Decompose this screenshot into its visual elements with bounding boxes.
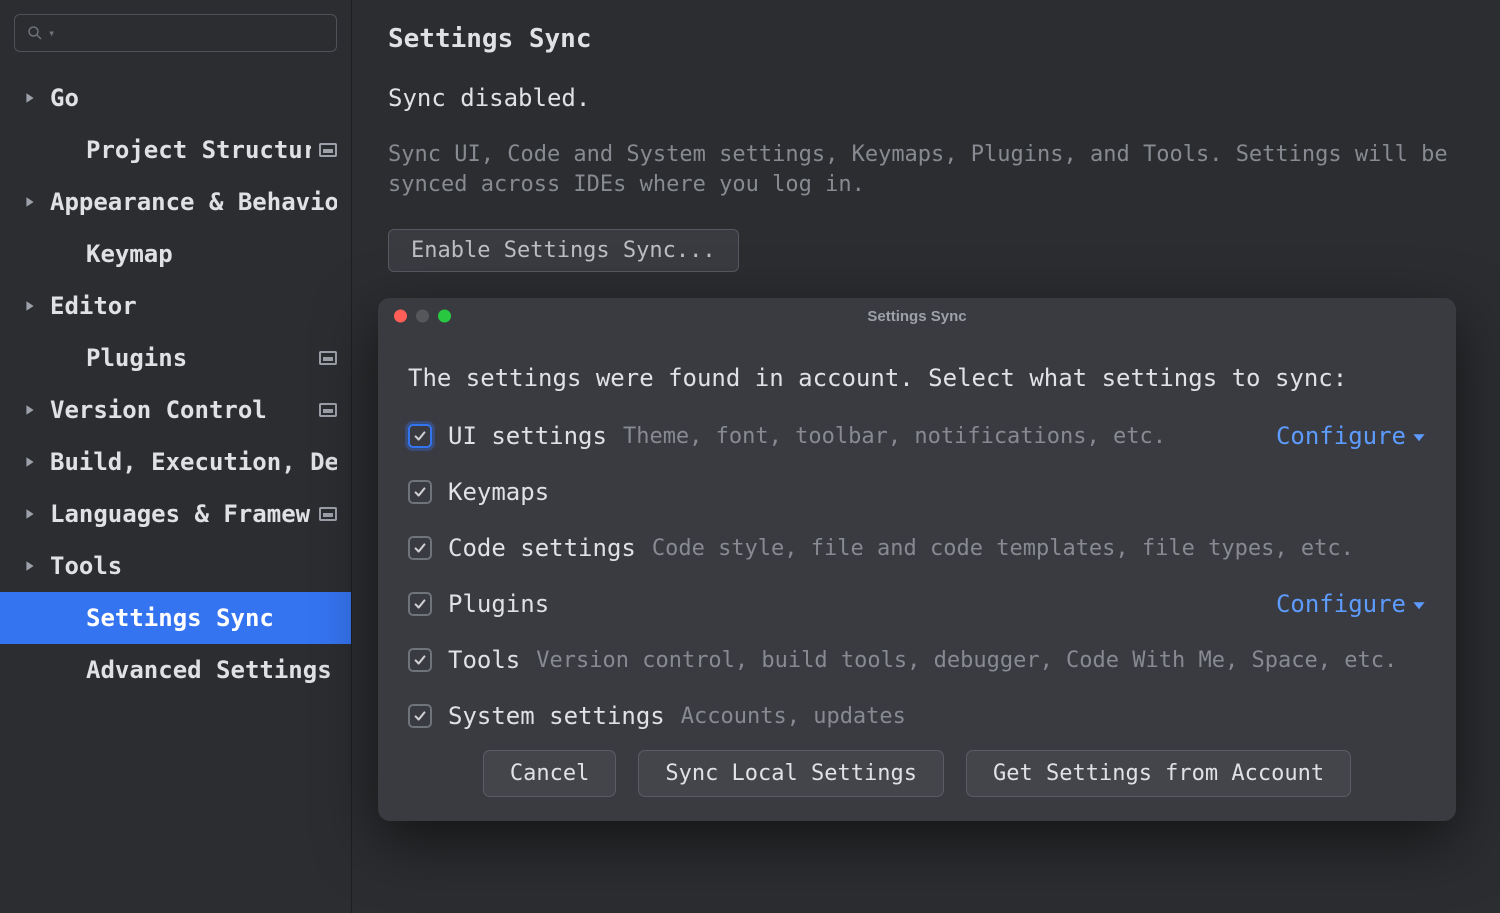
project-level-badge-icon — [319, 351, 337, 365]
sync-local-settings-button[interactable]: Sync Local Settings — [638, 750, 944, 797]
chevron-right-icon — [20, 92, 40, 104]
sidebar-item-keymap[interactable]: Keymap — [0, 228, 351, 280]
configure-link-ui-settings[interactable]: Configure — [1276, 422, 1426, 450]
option-label: Code settings — [448, 534, 636, 562]
sidebar-item-build-execution-deployment[interactable]: Build, Execution, Deployment — [0, 436, 351, 488]
sidebar-item-go[interactable]: Go — [0, 72, 351, 124]
window-zoom-icon[interactable] — [438, 310, 451, 323]
option-label: Keymaps — [448, 478, 549, 506]
option-label: Tools — [448, 646, 520, 674]
window-controls — [394, 310, 451, 323]
dialog-body: The settings were found in account. Sele… — [378, 334, 1456, 821]
page-title: Settings Sync — [388, 24, 1464, 54]
sidebar-item-project-structure[interactable]: Project Structure — [0, 124, 351, 176]
get-settings-from-account-button[interactable]: Get Settings from Account — [966, 750, 1351, 797]
project-level-badge-icon — [319, 143, 337, 157]
chevron-right-icon — [20, 300, 40, 312]
sidebar-item-settings-sync[interactable]: Settings Sync — [0, 592, 351, 644]
option-label: UI settings — [448, 422, 607, 450]
sidebar-item-label: Tools — [50, 552, 337, 580]
sidebar-item-languages-frameworks[interactable]: Languages & Frameworks — [0, 488, 351, 540]
cancel-button[interactable]: Cancel — [483, 750, 616, 797]
sync-option-system-settings: System settings Accounts, updates — [408, 702, 1426, 730]
sidebar-item-label: Build, Execution, Deployment — [50, 448, 337, 476]
configure-link-label: Configure — [1276, 590, 1406, 618]
project-level-badge-icon — [319, 403, 337, 417]
dialog-title: Settings Sync — [867, 308, 966, 325]
checkbox-system-settings[interactable] — [408, 704, 432, 728]
sidebar-item-label: Version Control — [50, 396, 311, 424]
sidebar-item-label: Plugins — [86, 344, 311, 372]
sidebar-item-label: Editor — [50, 292, 337, 320]
checkbox-plugins[interactable] — [408, 592, 432, 616]
sync-option-plugins: Plugins Configure — [408, 590, 1426, 618]
window-minimize-icon[interactable] — [416, 310, 429, 323]
sidebar-item-plugins[interactable]: Plugins — [0, 332, 351, 384]
sync-option-tools: Tools Version control, build tools, debug… — [408, 646, 1426, 674]
sidebar-item-advanced-settings[interactable]: Advanced Settings — [0, 644, 351, 696]
option-label: System settings — [448, 702, 665, 730]
chevron-down-icon — [1412, 590, 1426, 618]
sidebar-item-label: Go — [50, 84, 337, 112]
checkbox-tools[interactable] — [408, 648, 432, 672]
sidebar-item-label: Advanced Settings — [86, 656, 337, 684]
chevron-right-icon — [20, 404, 40, 416]
configure-link-label: Configure — [1276, 422, 1406, 450]
chevron-down-icon — [1412, 422, 1426, 450]
option-label: Plugins — [448, 590, 549, 618]
settings-tree[interactable]: Go Project Structure Appearance & Behavior… — [0, 62, 351, 913]
sidebar-item-tools[interactable]: Tools — [0, 540, 351, 592]
option-description: Accounts, updates — [681, 704, 906, 729]
sidebar-item-label: Project Structure — [86, 136, 311, 164]
option-description: Code style, file and code templates, fil… — [652, 536, 1354, 561]
option-description: Theme, font, toolbar, notifications, etc… — [623, 424, 1166, 449]
sync-options-list: UI settings Theme, font, toolbar, notific… — [408, 422, 1426, 730]
search-wrap: ▾ — [0, 0, 351, 62]
window-close-icon[interactable] — [394, 310, 407, 323]
checkbox-code-settings[interactable] — [408, 536, 432, 560]
sync-option-ui-settings: UI settings Theme, font, toolbar, notific… — [408, 422, 1426, 450]
checkbox-ui-settings[interactable] — [408, 424, 432, 448]
chevron-right-icon — [20, 456, 40, 468]
sync-description: Sync UI, Code and System settings, Keyma… — [388, 140, 1464, 199]
search-input[interactable] — [14, 14, 337, 52]
dialog-titlebar[interactable]: Settings Sync — [378, 298, 1456, 334]
configure-link-plugins[interactable]: Configure — [1276, 590, 1426, 618]
sidebar-item-label: Appearance & Behavior — [50, 188, 337, 216]
sidebar-item-label: Languages & Frameworks — [50, 500, 311, 528]
chevron-right-icon — [20, 508, 40, 520]
sidebar-item-appearance-behavior[interactable]: Appearance & Behavior — [0, 176, 351, 228]
settings-sidebar: ▾ Go Project Structure Appearance & Behavi… — [0, 0, 352, 913]
sync-option-keymaps: Keymaps — [408, 478, 1426, 506]
chevron-right-icon — [20, 560, 40, 572]
option-description: Version control, build tools, debugger, … — [536, 648, 1397, 673]
dialog-button-row: Cancel Sync Local Settings Get Settings … — [408, 750, 1426, 797]
sidebar-item-label: Settings Sync — [86, 604, 337, 632]
dialog-intro-text: The settings were found in account. Sele… — [408, 364, 1426, 392]
search-box: ▾ — [14, 14, 337, 52]
sync-status-text: Sync disabled. — [388, 84, 1464, 112]
checkbox-keymaps[interactable] — [408, 480, 432, 504]
project-level-badge-icon — [319, 507, 337, 521]
chevron-right-icon — [20, 196, 40, 208]
sidebar-item-version-control[interactable]: Version Control — [0, 384, 351, 436]
settings-sync-dialog: Settings Sync The settings were found in… — [378, 298, 1456, 821]
sidebar-item-label: Keymap — [86, 240, 337, 268]
sidebar-item-editor[interactable]: Editor — [0, 280, 351, 332]
sync-option-code-settings: Code settings Code style, file and code t… — [408, 534, 1426, 562]
enable-settings-sync-button[interactable]: Enable Settings Sync... — [388, 229, 739, 272]
